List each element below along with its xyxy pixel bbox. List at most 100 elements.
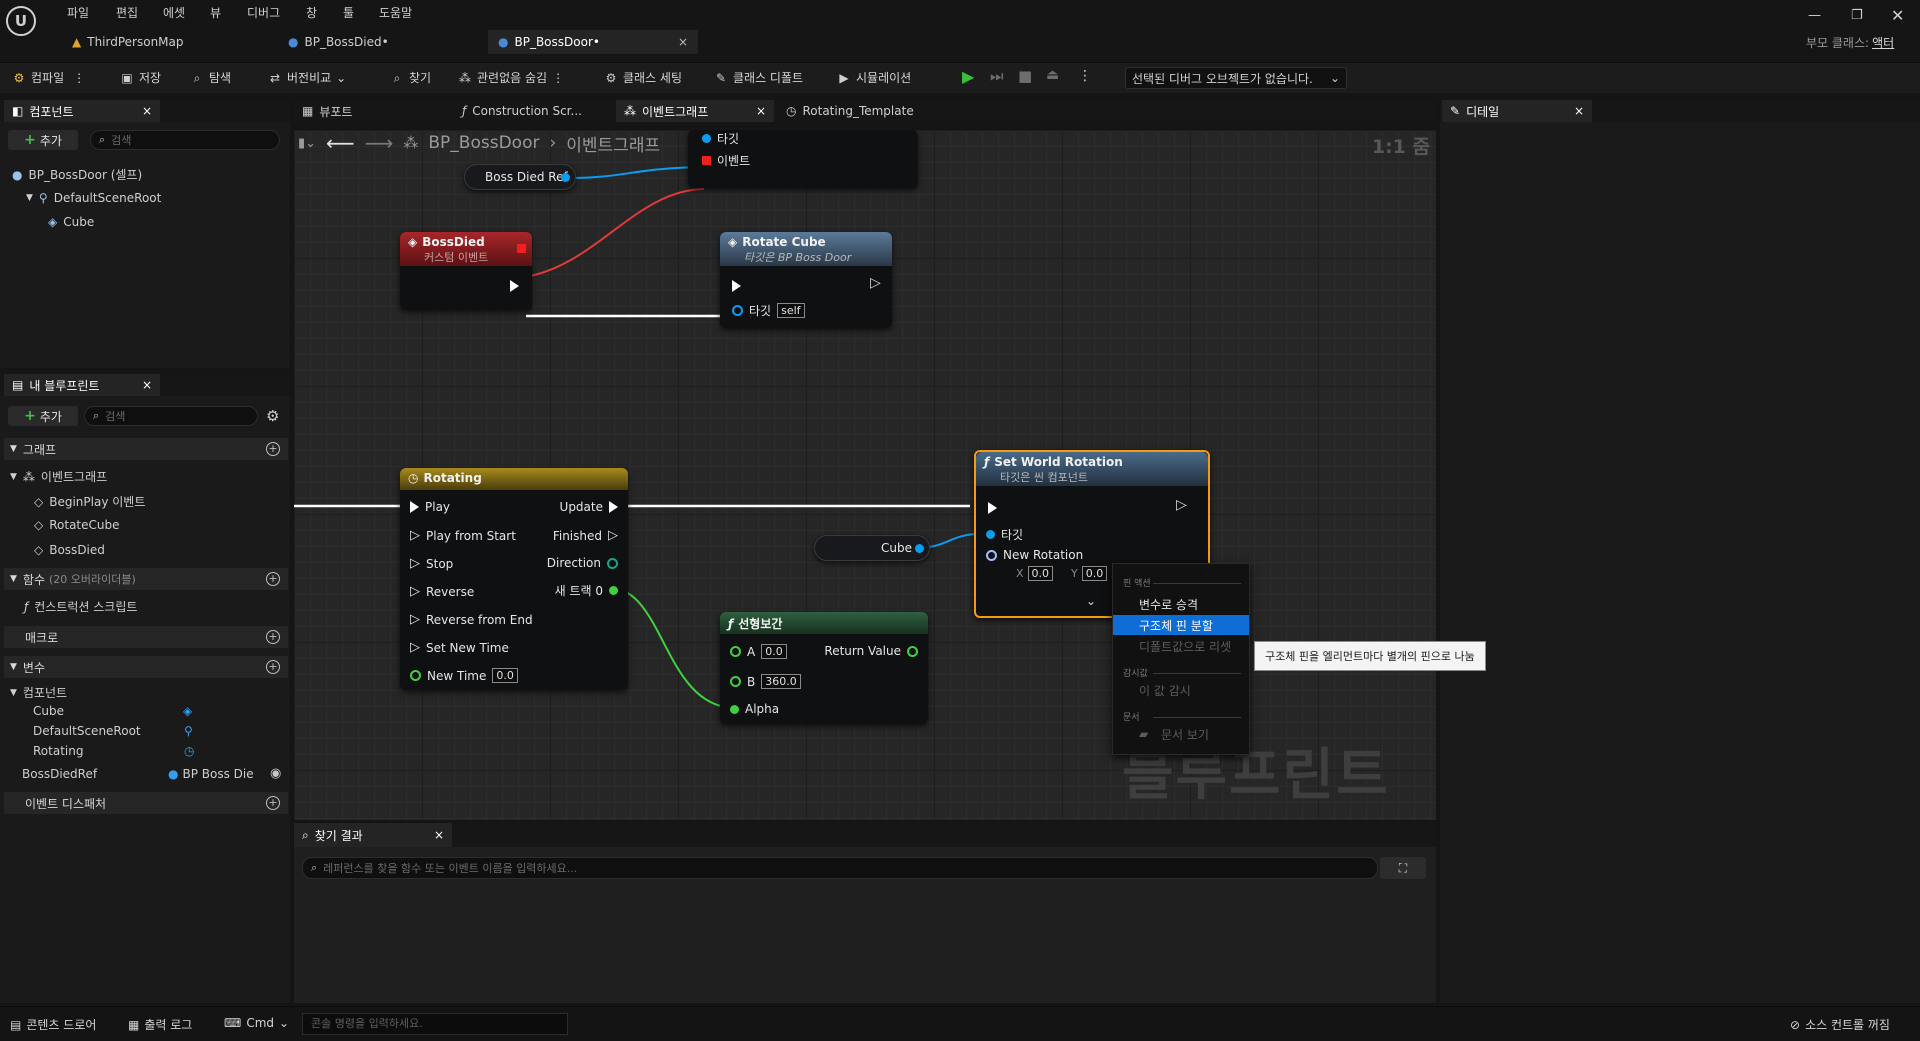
section-variables[interactable]: ▼ 변수 + (4, 656, 288, 678)
variable-bossdiedref[interactable]: BossDiedRef (22, 767, 97, 781)
close-icon[interactable]: × (434, 828, 444, 842)
node-bind-event-partial[interactable]: 타깃 이벤트 (688, 130, 918, 188)
pin-finished[interactable]: Finished ▷ (553, 528, 618, 543)
pin-play[interactable]: Play (410, 500, 450, 514)
add-variable-icon[interactable]: + (266, 660, 280, 674)
node-lerp[interactable]: ƒ 선형보간 A 0.0 B 360.0 Alpha Return Value (720, 612, 928, 724)
add-function-icon[interactable]: + (266, 572, 280, 586)
output-log-button[interactable]: ▦ 출력 로그 (128, 1016, 192, 1033)
pin-default-value[interactable]: 0.0 (492, 668, 518, 683)
play-icon[interactable]: ▶ (962, 67, 974, 86)
tab-find-results[interactable]: ⌕ 찾기 결과 × (294, 823, 452, 847)
event-graph-item[interactable]: ▼ ⁂ 이벤트그래프 (10, 468, 107, 485)
pin-new-time[interactable]: New Time 0.0 (410, 668, 518, 683)
node-rotate-cube[interactable]: ◈ Rotate Cube 타깃은 BP Boss Door ▷ 타깃 self (720, 232, 892, 328)
more-options-icon[interactable]: ⋮ (552, 71, 564, 85)
pin-new-track-0[interactable]: 새 트랙 0 (555, 582, 618, 599)
event-item-bossdied[interactable]: ◇ BossDied (34, 543, 105, 557)
pin-return-value[interactable]: Return Value (824, 644, 918, 658)
section-event-dispatchers[interactable]: 이벤트 디스패처 + (4, 792, 288, 814)
variable-rotating[interactable]: Rotating (33, 744, 83, 758)
browse-button[interactable]: ⌕ 탐색 (190, 69, 231, 86)
console-input[interactable]: 콘솔 명령을 입력하세요. (302, 1013, 568, 1035)
diff-button[interactable]: ⇄ 버전비교 ⌄ (268, 69, 346, 86)
variable-default-scene-root[interactable]: DefaultSceneRoot (33, 724, 141, 738)
menu-view[interactable]: 뷰 (210, 4, 221, 21)
close-icon[interactable]: × (1574, 104, 1584, 118)
menu-item-split-struct-pin[interactable]: 구조체 핀 분할 (1113, 615, 1249, 635)
event-graph-canvas[interactable]: ▮⌄ ⟵ ⟶ ⁂ BP_BossDoor › 이벤트그래프 1:1 줌 블루프린… (294, 130, 1436, 820)
more-options-icon[interactable]: ⋮ (73, 71, 85, 85)
expand-advanced-icon[interactable]: ⌄ (1086, 594, 1096, 608)
menu-file[interactable]: 파일 (67, 4, 89, 21)
pin-play-from-start[interactable]: ▷ Play from Start (410, 528, 516, 543)
exec-out-pin[interactable] (510, 280, 519, 292)
compile-button[interactable]: ⚙ 컴파일 ⋮ (12, 69, 86, 86)
find-button[interactable]: ⌕ 찾기 (390, 69, 431, 86)
menu-item-reset-to-default[interactable]: 디폴트값으로 리셋 (1113, 636, 1249, 656)
menu-item-promote-to-variable[interactable]: 변수로 승격 (1113, 594, 1249, 614)
node-bossdied-event[interactable]: ◈ BossDied 커스텀 이벤트 (400, 232, 532, 310)
menu-item-watch-value[interactable]: 이 값 감시 (1113, 680, 1249, 700)
hide-unrelated-button[interactable]: ⁂ 관련없음 숨김 ⋮ (458, 69, 564, 86)
settings-gear-icon[interactable]: ⚙ (266, 407, 279, 425)
tab-components[interactable]: ◧ 컴포넌트 × (4, 100, 160, 122)
add-graph-icon[interactable]: + (266, 442, 280, 456)
class-settings-button[interactable]: ⚙ 클래스 세팅 (604, 69, 682, 86)
component-cube[interactable]: ◈ Cube (48, 215, 94, 229)
tab-event-graph[interactable]: ⁂ 이벤트그래프 × (616, 100, 774, 122)
minimize-icon[interactable]: — (1808, 8, 1821, 23)
content-drawer-button[interactable]: ▤ 콘텐츠 드로어 (10, 1016, 96, 1033)
pin-reverse-from-end[interactable]: ▷ Reverse from End (410, 612, 533, 627)
close-icon[interactable]: × (678, 35, 688, 49)
pin-reverse[interactable]: ▷ Reverse (410, 584, 474, 599)
tab-my-blueprint[interactable]: ▤ 내 블루프린트 × (4, 374, 160, 396)
find-search-input[interactable]: ⌕ 레퍼런스를 찾을 함수 또는 이벤트 이름을 입력하세요... (302, 857, 1378, 879)
eye-icon[interactable]: ◉ (270, 766, 281, 781)
unreal-logo-icon[interactable]: U (6, 6, 36, 36)
my-blueprint-search-input[interactable]: ⌕ 검색 (84, 406, 258, 426)
debug-object-dropdown[interactable]: 선택된 디버그 오브젝트가 없습니다. ⌄ (1125, 67, 1347, 89)
pin-direction[interactable]: Direction (547, 556, 618, 570)
x-value-field[interactable]: 0.0 (1027, 566, 1054, 581)
variable-type[interactable]: ● BP Boss Die (168, 767, 268, 781)
tab-viewport[interactable]: ▦ 뷰포트 (294, 100, 444, 122)
component-default-scene-root[interactable]: ▼ ⚲ DefaultSceneRoot (26, 191, 161, 205)
menu-asset[interactable]: 에셋 (163, 4, 185, 21)
exec-in-pin[interactable] (988, 502, 997, 514)
doc-tab-bp-bossdoor[interactable]: ● BP_BossDoor• × (488, 30, 698, 54)
restore-icon[interactable]: ❐ (1851, 8, 1863, 23)
add-component-button[interactable]: + 추가 (8, 130, 78, 150)
close-icon[interactable]: × (142, 378, 152, 392)
pin-new-rotation[interactable]: New Rotation (986, 548, 1083, 562)
event-item-rotatecube[interactable]: ◇ RotateCube (34, 518, 120, 532)
close-window-icon[interactable]: ✕ (1891, 6, 1904, 25)
menu-help[interactable]: 도움말 (379, 4, 412, 21)
doc-tab-bp-bossdied[interactable]: ● BP_BossDied• (278, 30, 486, 54)
delegate-pin-icon[interactable] (517, 244, 526, 253)
menu-window[interactable]: 창 (306, 4, 317, 21)
pin-b[interactable]: B 360.0 (730, 674, 801, 689)
y-value-field[interactable]: 0.0 (1081, 566, 1108, 581)
menu-tools[interactable]: 툴 (343, 4, 354, 21)
find-in-all-blueprints-button[interactable]: ⛶ (1380, 857, 1426, 879)
pin-set-new-time[interactable]: ▷ Set New Time (410, 640, 509, 655)
add-macro-icon[interactable]: + (266, 630, 280, 644)
doc-tab-thirdpersonmap[interactable]: ▲ ThirdPersonMap (62, 30, 272, 54)
node-boss-died-ref[interactable]: Boss Died Ref (464, 164, 576, 190)
source-control-button[interactable]: ⊘ 소스 컨트롤 꺼짐 (1790, 1016, 1890, 1033)
exec-in-pin[interactable] (732, 280, 741, 292)
pin-target[interactable]: 타깃 (702, 130, 739, 147)
more-options-icon[interactable]: ⋮ (1078, 68, 1092, 84)
node-cube-variable[interactable]: Cube (814, 535, 930, 561)
add-dispatcher-icon[interactable]: + (266, 796, 280, 810)
pin-default-value[interactable]: self (777, 303, 805, 318)
tab-rotating-template[interactable]: ◷ Rotating_Template (778, 100, 948, 122)
components-search-input[interactable]: ⌕ 검색 (90, 130, 280, 150)
tab-construction-script[interactable]: ƒ Construction Scr... (454, 100, 614, 122)
close-icon[interactable]: × (756, 104, 766, 118)
variable-cube[interactable]: Cube (33, 704, 64, 718)
pin-alpha[interactable]: Alpha (730, 702, 779, 716)
save-button[interactable]: ▣ 저장 (120, 69, 161, 86)
pin-a[interactable]: A 0.0 (730, 644, 787, 659)
